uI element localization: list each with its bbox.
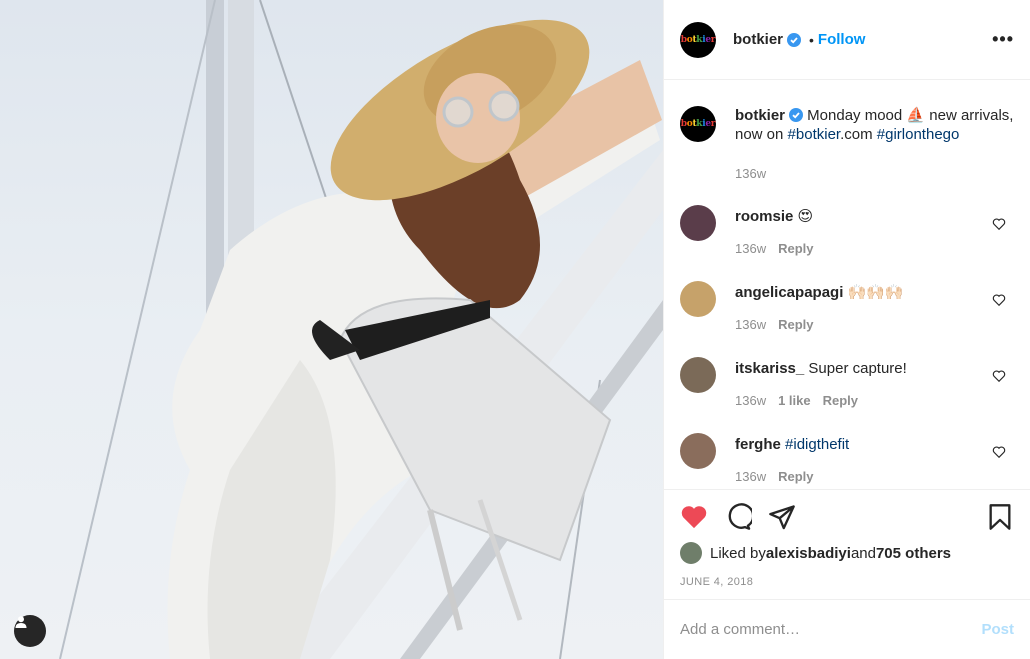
- post-comment-button[interactable]: Post: [981, 621, 1014, 638]
- likes-middle: and: [850, 544, 876, 562]
- commenter-avatar[interactable]: [680, 357, 716, 393]
- post-photo-illustration: [59, 0, 663, 659]
- caption-text: .com: [840, 126, 877, 143]
- like-heart-icon[interactable]: [680, 503, 708, 531]
- post-photo[interactable]: [0, 0, 663, 659]
- comment-emoji: 😍: [797, 208, 814, 225]
- commenter-avatar[interactable]: [680, 433, 716, 469]
- post-side-panel: botkier botkier • Follow ••• botkier bot…: [663, 0, 1030, 659]
- comment-item: itskariss_ Super capture! 136w 1 like Repl…: [680, 357, 1014, 433]
- comment-username[interactable]: roomsie: [735, 208, 793, 225]
- commenter-avatar[interactable]: [680, 281, 716, 317]
- comment-like-heart-icon[interactable]: [992, 445, 1006, 459]
- action-icons-row: [680, 490, 1014, 544]
- comment-timestamp[interactable]: 136w: [735, 317, 766, 332]
- likes-summary: Liked by alexisbadiyi and 705 others: [680, 542, 1014, 564]
- liker-username[interactable]: alexisbadiyi: [766, 545, 851, 562]
- hashtag-link[interactable]: #botkier: [788, 126, 841, 143]
- comment-username[interactable]: ferghe: [735, 436, 781, 453]
- caption-author-avatar[interactable]: botkier: [680, 106, 716, 142]
- author-avatar[interactable]: botkier: [680, 21, 716, 58]
- caption-username[interactable]: botkier: [735, 107, 785, 124]
- share-icon[interactable]: [768, 503, 796, 531]
- caption-timestamp[interactable]: 136w: [735, 164, 1014, 183]
- comment-timestamp[interactable]: 136w: [735, 393, 766, 408]
- comment-username[interactable]: angelicapapagi: [735, 284, 843, 301]
- comment-item: angelicapapagi 🙌🏻🙌🏻🙌🏻 136w Reply: [680, 281, 1014, 357]
- comment-text: Super capture!: [808, 360, 907, 377]
- reply-button[interactable]: Reply: [823, 393, 858, 408]
- caption-emoji: ⛵: [906, 107, 926, 124]
- more-options-icon[interactable]: •••: [992, 29, 1014, 50]
- caption-text: Monday mood: [803, 107, 907, 124]
- brand-logo-text: botkier: [680, 34, 716, 45]
- comment-timestamp[interactable]: 136w: [735, 469, 766, 484]
- user-icon: [15, 616, 27, 628]
- reply-button[interactable]: Reply: [778, 241, 813, 256]
- comment-timestamp[interactable]: 136w: [735, 241, 766, 256]
- comment-item: roomsie 😍 136w Reply: [680, 205, 1014, 281]
- post-header: botkier botkier • Follow •••: [664, 0, 1030, 80]
- follow-button[interactable]: Follow: [818, 31, 866, 48]
- likes-prefix: Liked by: [710, 544, 766, 562]
- liker-avatar[interactable]: [680, 542, 702, 564]
- post-date[interactable]: JUNE 4, 2018: [680, 576, 1014, 588]
- comment-icon[interactable]: [724, 503, 752, 531]
- comment-like-heart-icon[interactable]: [992, 293, 1006, 307]
- comment-likes-count[interactable]: 1 like: [778, 393, 811, 408]
- brand-logo-text: botkier: [680, 119, 716, 129]
- reply-button[interactable]: Reply: [778, 469, 813, 484]
- verified-badge-icon: [789, 108, 804, 122]
- hashtag-link[interactable]: #idigthefit: [785, 436, 849, 453]
- author-username[interactable]: botkier: [733, 31, 783, 48]
- comment-emoji: 🙌🏻🙌🏻🙌🏻: [847, 284, 904, 301]
- tagged-users-button[interactable]: [14, 615, 46, 647]
- separator-dot: •: [809, 31, 814, 48]
- save-bookmark-icon[interactable]: [986, 503, 1014, 531]
- add-comment-bar: Post: [664, 599, 1030, 659]
- reply-button[interactable]: Reply: [778, 317, 813, 332]
- comment-input[interactable]: [680, 621, 982, 638]
- hashtag-link[interactable]: #girlonthego: [877, 126, 960, 143]
- verified-badge-icon: [787, 32, 802, 47]
- post-caption: botkier botkier Monday mood ⛵ new arriva…: [680, 81, 1014, 183]
- post-actions: Liked by alexisbadiyi and 705 others JUN…: [664, 489, 1030, 599]
- comment-like-heart-icon[interactable]: [992, 217, 1006, 231]
- comment-like-heart-icon[interactable]: [992, 369, 1006, 383]
- commenter-avatar[interactable]: [680, 205, 716, 241]
- comment-username[interactable]: itskariss_: [735, 360, 804, 377]
- comments-list[interactable]: botkier botkier Monday mood ⛵ new arriva…: [664, 81, 1030, 489]
- comment-item: ferghe #idigthefit 136w Reply: [680, 433, 1014, 489]
- likes-others-link[interactable]: 705 others: [876, 545, 951, 562]
